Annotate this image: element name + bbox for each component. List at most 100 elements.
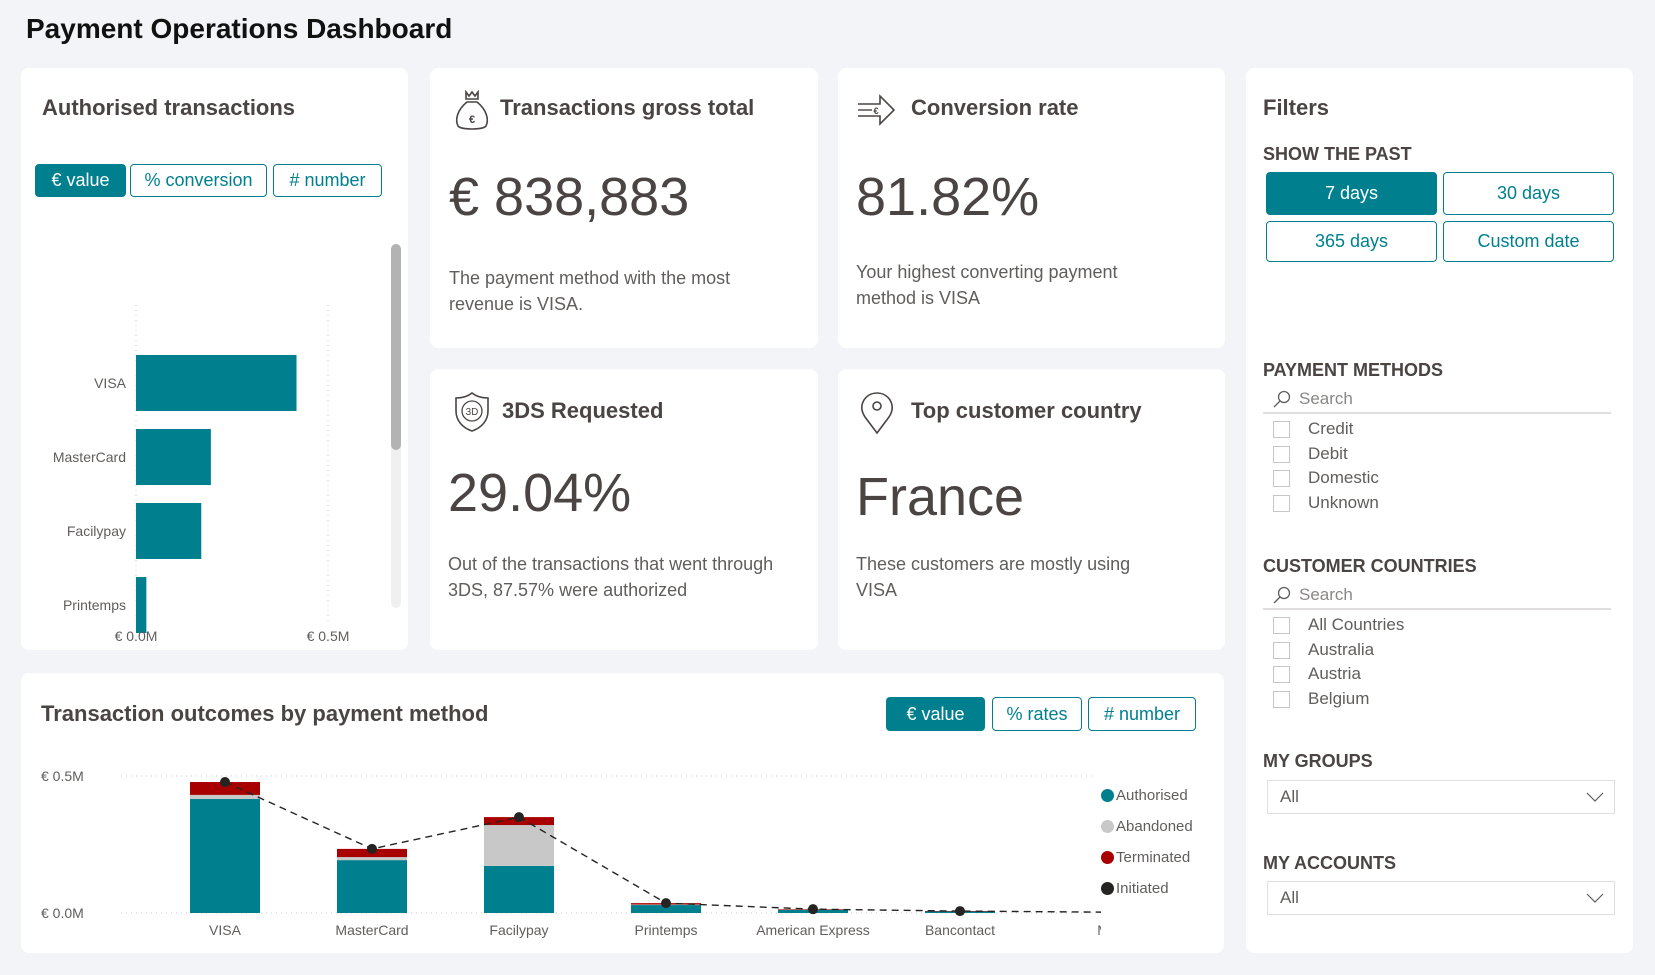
payment-methods-search[interactable]: Search <box>1263 386 1611 414</box>
category-label: Printemps <box>63 597 126 613</box>
initiated-point[interactable] <box>955 906 965 917</box>
payment-method-domestic[interactable]: Domestic <box>1273 466 1379 490</box>
checkbox-label: Belgium <box>1308 689 1370 708</box>
chevron-down-icon <box>1586 893 1604 903</box>
gross-total-card: € Transactions gross total € 838,883 The… <box>430 68 818 348</box>
payment-method-credit[interactable]: Credit <box>1273 417 1353 441</box>
category-label: VISA <box>209 922 242 938</box>
category-label: Printemps <box>634 922 697 938</box>
svg-text:€: € <box>469 114 475 126</box>
checkbox[interactable] <box>1273 616 1290 634</box>
checkbox[interactable] <box>1273 445 1290 463</box>
initiated-point[interactable] <box>808 904 818 915</box>
my-groups-dropdown[interactable]: All <box>1267 780 1615 814</box>
legend-dot-abandoned <box>1101 820 1114 833</box>
top-country-description: These customers are mostly using VISA <box>856 554 1131 600</box>
bar-segment-authorised[interactable] <box>190 799 260 913</box>
legend-initiated[interactable]: Initiated <box>1101 880 1169 897</box>
bar-facilypay[interactable] <box>136 503 202 559</box>
category-label: Facilypay <box>67 523 126 539</box>
y-tick-label: € 0.0M <box>41 905 84 921</box>
legend-label: Authorised <box>1116 787 1188 804</box>
legend-authorised[interactable]: Authorised <box>1101 787 1188 804</box>
toggle-rates-button[interactable]: % rates <box>992 697 1082 731</box>
legend-dot-initiated <box>1101 882 1114 895</box>
category-label: MasterCard <box>53 449 126 465</box>
gross-total-value: € 838,883 <box>449 167 690 227</box>
customer-countries-search[interactable]: Search <box>1263 582 1611 610</box>
outcomes-stacked-chart: € 0.0M € 0.5M VISA MasterCard Facilypay Print… <box>41 768 1101 938</box>
card-title: Top customer country <box>911 398 1142 423</box>
payment-method-debit[interactable]: Debit <box>1273 442 1348 466</box>
bar-visa[interactable] <box>136 355 297 411</box>
chart-scrollbar[interactable] <box>391 244 401 608</box>
filters-title: Filters <box>1263 95 1330 120</box>
legend-abandoned[interactable]: Abandoned <box>1101 818 1193 835</box>
toggle-number-button[interactable]: # number <box>1088 697 1196 731</box>
checkbox-label: Credit <box>1308 419 1354 438</box>
my-accounts-dropdown[interactable]: All <box>1267 881 1615 915</box>
checkbox[interactable] <box>1273 641 1290 659</box>
toggle-value-button[interactable]: € value <box>35 164 126 197</box>
initiated-point[interactable] <box>220 777 230 788</box>
checkbox-label: Australia <box>1308 640 1375 659</box>
chart-scrollbar-thumb[interactable] <box>391 244 401 450</box>
my-accounts-heading: MY ACCOUNTS <box>1263 853 1397 873</box>
toggle-number-button[interactable]: # number <box>273 164 382 197</box>
legend-dot-authorised <box>1101 789 1114 802</box>
search-placeholder: Search <box>1299 389 1353 408</box>
show-the-past-heading: SHOW THE PAST <box>1263 144 1412 164</box>
initiated-point[interactable] <box>367 843 377 854</box>
period-30-days-button[interactable]: 30 days <box>1443 172 1614 215</box>
page-title: Payment Operations Dashboard <box>26 13 453 44</box>
threeds-card: 3D 3DS Requested 29.04% Out of the trans… <box>430 369 818 650</box>
country-austria[interactable]: Austria <box>1273 662 1361 686</box>
chevron-down-icon <box>1586 792 1604 802</box>
category-label: Facilypay <box>489 922 548 938</box>
bar-segment-authorised[interactable] <box>484 865 554 913</box>
initiated-point[interactable] <box>514 812 524 823</box>
toggle-conversion-button[interactable]: % conversion <box>130 164 267 197</box>
bar-mastercard[interactable] <box>136 429 211 485</box>
initiated-point[interactable] <box>661 898 671 909</box>
payment-method-unknown[interactable]: Unknown <box>1273 491 1379 515</box>
checkbox[interactable] <box>1273 420 1290 438</box>
period-7-days-button[interactable]: 7 days <box>1266 172 1437 215</box>
search-icon <box>1273 390 1291 408</box>
threeds-value: 29.04% <box>448 463 632 523</box>
card-title: Transaction outcomes by payment method <box>41 701 489 726</box>
category-label: Bancontact <box>925 922 995 938</box>
toggle-value-button[interactable]: € value <box>886 697 985 731</box>
top-country-value: France <box>856 467 1025 527</box>
legend-label: Initiated <box>1116 880 1169 897</box>
authorised-transactions-card: Authorised transactions € value % conver… <box>21 68 408 650</box>
search-icon <box>1273 586 1291 604</box>
card-title: Authorised transactions <box>42 95 296 120</box>
legend-terminated[interactable]: Terminated <box>1101 849 1190 866</box>
country-belgium[interactable]: Belgium <box>1273 687 1369 711</box>
gross-total-description: The payment method with the most revenue… <box>449 268 731 314</box>
period-365-days-button[interactable]: 365 days <box>1266 221 1437 262</box>
country-all[interactable]: All Countries <box>1273 613 1404 637</box>
legend-label: Abandoned <box>1116 818 1193 835</box>
my-groups-heading: MY GROUPS <box>1263 751 1373 771</box>
payment-methods-heading: PAYMENT METHODS <box>1263 360 1444 380</box>
checkbox[interactable] <box>1273 690 1290 708</box>
checkbox-label: Austria <box>1308 664 1361 683</box>
card-title: Conversion rate <box>911 95 1079 120</box>
bar-segment-abandoned[interactable] <box>190 794 260 800</box>
checkbox[interactable] <box>1273 469 1290 487</box>
bar-segment-abandoned[interactable] <box>337 857 407 861</box>
checkbox[interactable] <box>1273 494 1290 512</box>
card-title: Transactions gross total <box>500 95 755 120</box>
checkbox-label: Debit <box>1308 444 1348 463</box>
country-australia[interactable]: Australia <box>1273 638 1374 662</box>
bar-printemps[interactable] <box>136 577 147 633</box>
checkbox-label: Unknown <box>1308 493 1379 512</box>
bar-segment-authorised[interactable] <box>337 860 407 913</box>
checkbox[interactable] <box>1273 665 1290 683</box>
category-label: VISA <box>94 375 127 391</box>
svg-text:3D: 3D <box>466 407 479 418</box>
period-custom-date-button[interactable]: Custom date <box>1443 221 1614 262</box>
card-title: 3DS Requested <box>502 398 664 423</box>
